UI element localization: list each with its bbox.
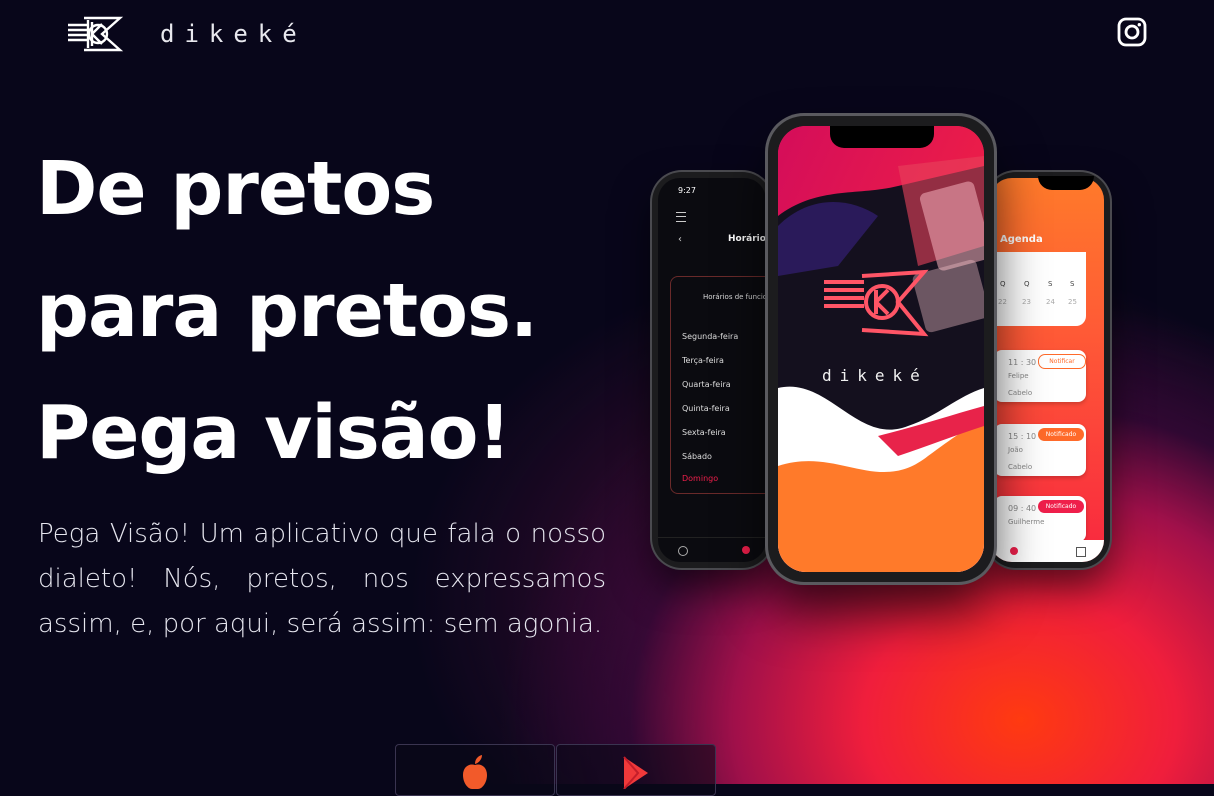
weekday-label: Q xyxy=(1000,280,1006,288)
appointment-time: 09 : 40 xyxy=(1008,504,1037,513)
instagram-icon xyxy=(1117,17,1147,47)
notify-button[interactable]: Notificar xyxy=(1038,354,1086,369)
clock-icon xyxy=(1010,547,1018,555)
service-name: Cabelo xyxy=(1008,389,1033,397)
date-label: 25 xyxy=(1068,298,1077,306)
phone-mockup-center: dikeké xyxy=(768,116,994,582)
hero-line-1: De pretos xyxy=(36,146,435,232)
instagram-link[interactable] xyxy=(1117,17,1147,47)
screen-title: Horários xyxy=(728,234,766,244)
date-label: 22 xyxy=(998,298,1007,306)
date-label: 24 xyxy=(1046,298,1055,306)
day-label: Sexta-feira xyxy=(682,428,726,437)
weekday-label: S xyxy=(1070,280,1075,288)
appointment-time: 15 : 10 xyxy=(1008,432,1037,441)
appointment-card[interactable]: 11 : 30 Notificar Felipe Cabelo xyxy=(994,350,1086,402)
brand-wordmark: dikeké xyxy=(160,20,307,48)
day-label: Quinta-feira xyxy=(682,404,730,413)
panel-title: Horários de funcio xyxy=(703,293,766,301)
logo[interactable] xyxy=(66,16,124,52)
logo-mark-icon xyxy=(68,16,124,52)
hero-line-2: para pretos. xyxy=(36,268,538,354)
appointment-card[interactable]: 15 : 10 Notificado João Cabelo xyxy=(994,424,1086,476)
phone-notch xyxy=(1038,176,1094,190)
status-time: 9:27 xyxy=(678,186,696,195)
notified-button[interactable]: Notificado xyxy=(1038,500,1084,513)
client-name: Guilherme xyxy=(1008,518,1045,526)
app-store-button[interactable] xyxy=(395,744,555,796)
date-label: 23 xyxy=(1022,298,1031,306)
day-label: Domingo xyxy=(682,474,719,483)
appointment-card[interactable]: 09 : 40 Notificado Guilherme xyxy=(994,496,1086,542)
hero-line-3: Pega visão! xyxy=(36,390,511,476)
weekday-label: Q xyxy=(1024,280,1030,288)
client-name: João xyxy=(1008,446,1023,454)
calendar-card: Q Q S S 22 23 24 25 xyxy=(990,252,1086,326)
center-phone-screen: dikeké xyxy=(778,126,984,572)
google-play-button[interactable] xyxy=(556,744,716,796)
hero-headline: De pretos para pretos. Pega visão! xyxy=(36,128,596,494)
tab-bar xyxy=(658,537,766,562)
client-name: Felipe xyxy=(1008,372,1029,380)
hero-description: Pega Visão! Um aplicativo que fala o nos… xyxy=(38,519,606,639)
phone-mockup-left: 9:27 ‹ Horários Horários de funcio Segun… xyxy=(652,172,772,568)
back-chevron-icon: ‹ xyxy=(678,234,682,245)
calendar-icon xyxy=(1076,547,1086,557)
tab-bar xyxy=(990,540,1104,562)
service-name: Cabelo xyxy=(1008,463,1033,471)
phone-mockup-right: Agenda Q Q S S 22 23 24 25 11 : 30 Notif… xyxy=(986,172,1110,568)
menu-icon xyxy=(676,212,686,222)
notified-button[interactable]: Notificado xyxy=(1038,428,1084,441)
splash-artwork xyxy=(778,126,984,572)
phone-notch xyxy=(830,126,934,148)
day-label: Quarta-feira xyxy=(682,380,731,389)
weekday-label: S xyxy=(1048,280,1053,288)
screen-title: Agenda xyxy=(1000,234,1043,245)
left-phone-screen: 9:27 ‹ Horários Horários de funcio Segun… xyxy=(658,178,766,562)
right-phone-screen: Agenda Q Q S S 22 23 24 25 11 : 30 Notif… xyxy=(990,178,1104,562)
day-label: Terça-feira xyxy=(682,356,724,365)
appointment-time: 11 : 30 xyxy=(1008,358,1037,367)
profile-icon xyxy=(678,546,688,556)
clock-icon xyxy=(742,546,750,554)
day-label: Segunda-feira xyxy=(682,332,739,341)
splash-wordmark: dikeké xyxy=(822,366,928,385)
day-label: Sábado xyxy=(682,452,712,461)
